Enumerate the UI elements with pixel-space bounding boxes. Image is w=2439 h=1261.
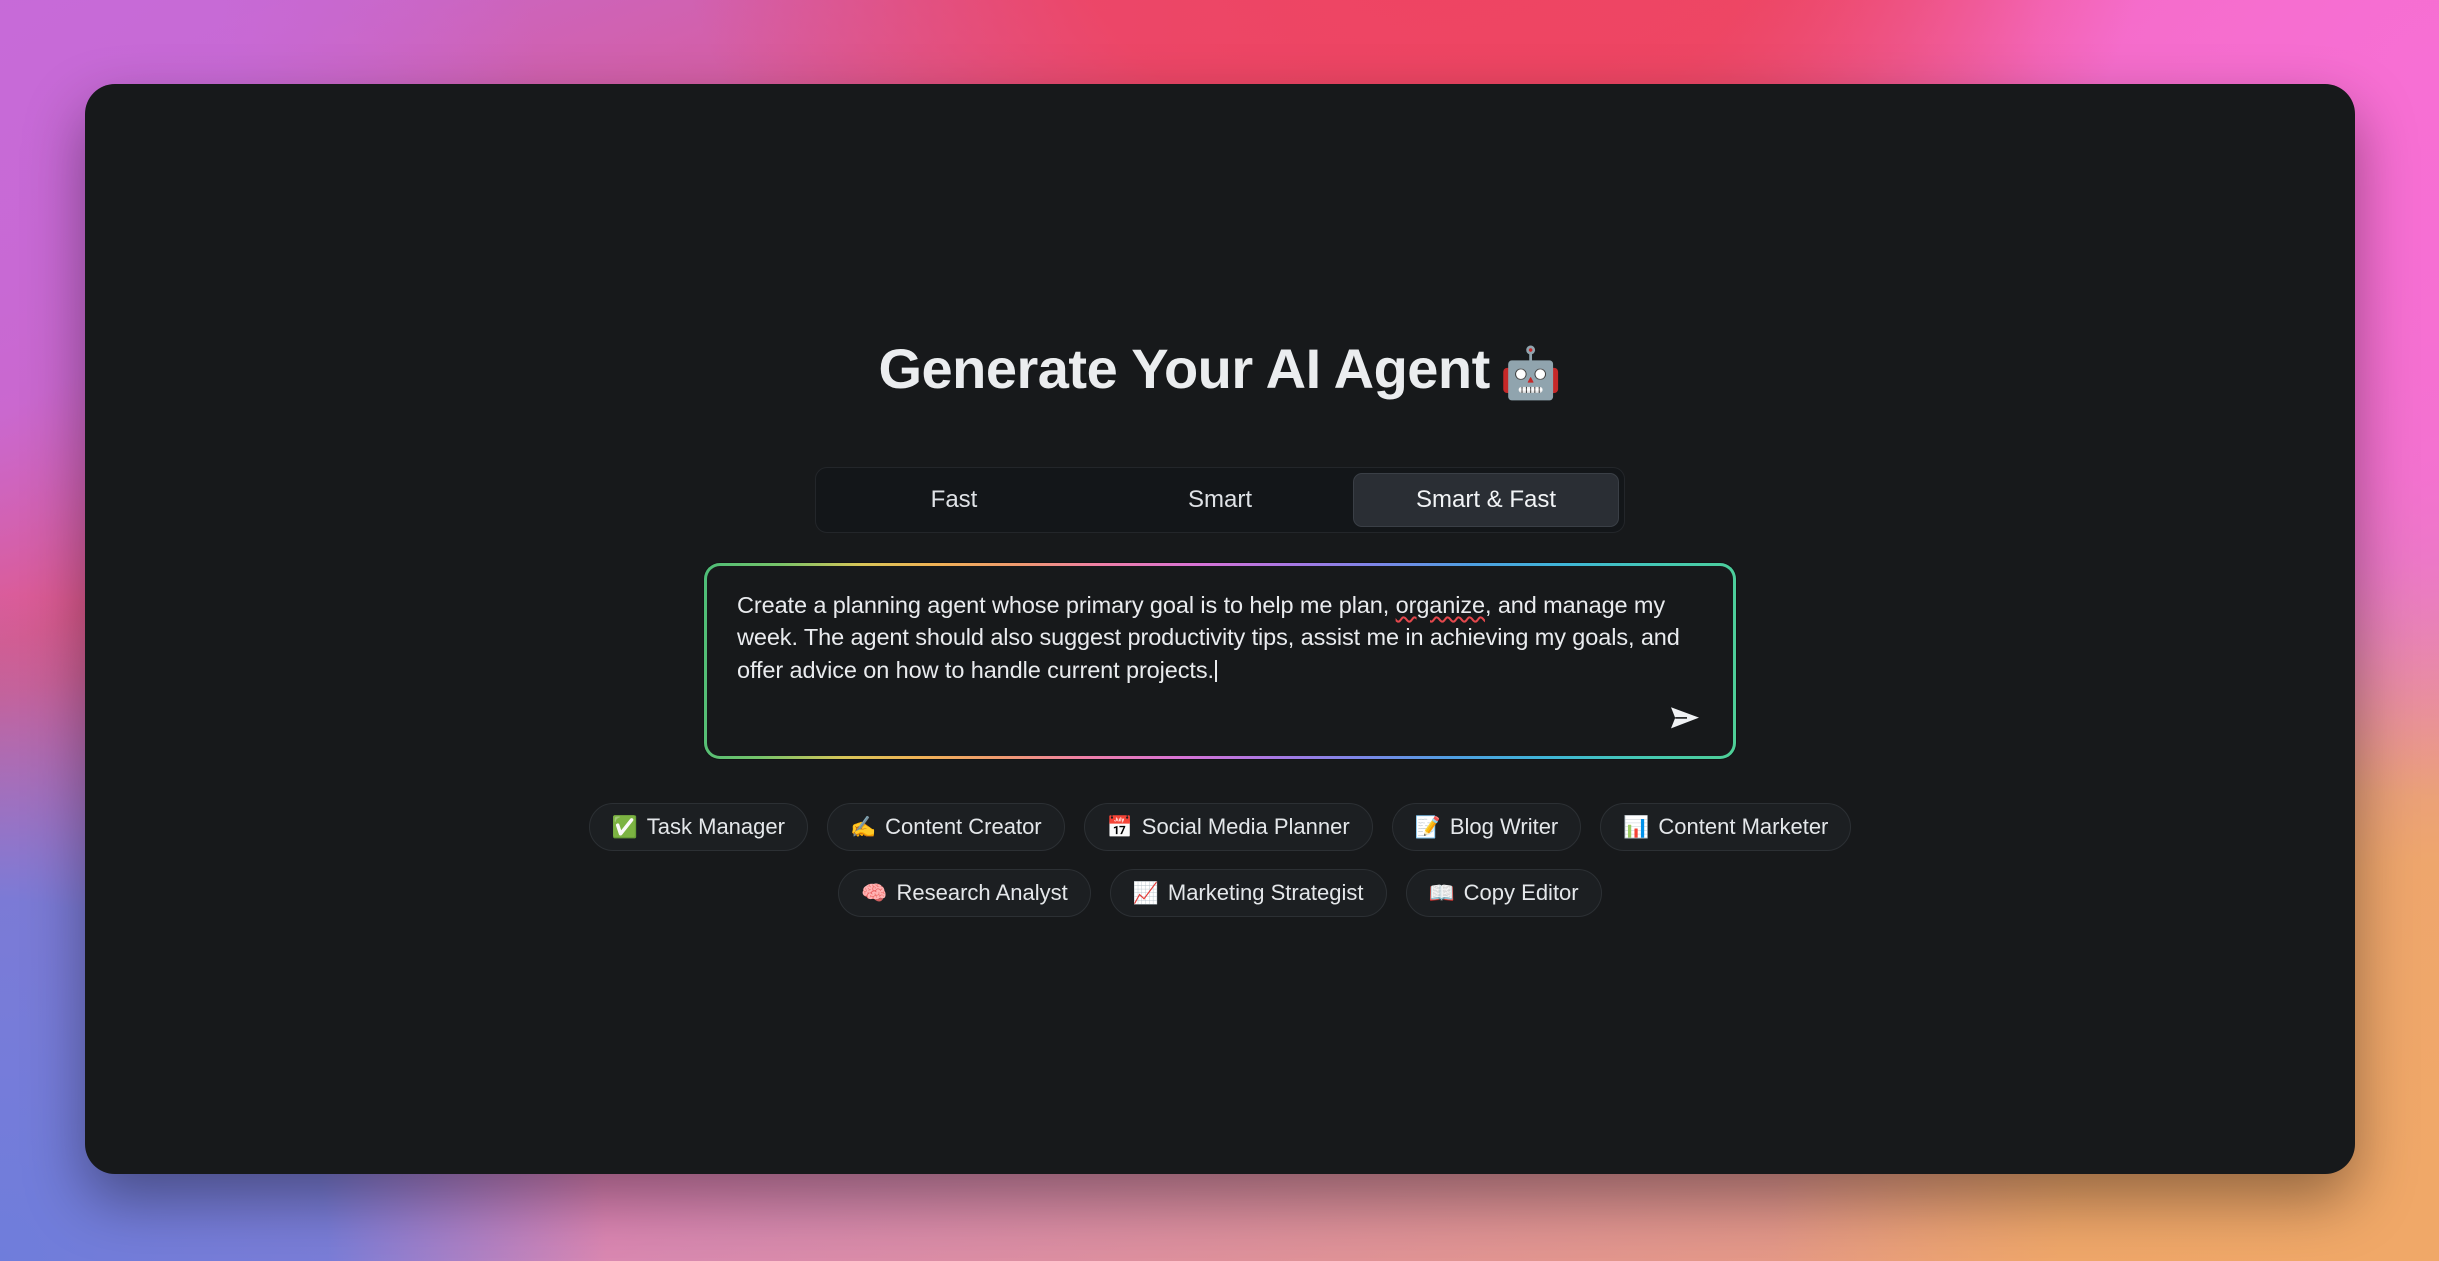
send-icon	[1671, 707, 1699, 729]
prompt-input-container[interactable]: Create a planning agent whose primary go…	[707, 566, 1733, 756]
tab-fast[interactable]: Fast	[821, 473, 1087, 527]
check-mark-icon: ✅	[611, 815, 638, 839]
prompt-input[interactable]: Create a planning agent whose primary go…	[737, 589, 1692, 686]
chip-label: Content Marketer	[1658, 814, 1829, 839]
chip-label: Content Creator	[885, 814, 1042, 839]
page-title: Generate Your AI Agent 🤖	[878, 84, 1562, 401]
prompt-text-part1: Create a planning agent whose primary go…	[737, 592, 1396, 618]
chip-research-analyst[interactable]: 🧠 Research Analyst	[838, 869, 1091, 917]
chip-social-media-planner[interactable]: 📅 Social Media Planner	[1083, 803, 1373, 851]
chip-blog-writer[interactable]: 📝 Blog Writer	[1391, 803, 1582, 851]
prompt-gradient-border: Create a planning agent whose primary go…	[704, 563, 1736, 759]
open-book-icon: 📖	[1428, 881, 1455, 905]
memo-icon: 📝	[1414, 815, 1441, 839]
chip-content-marketer[interactable]: 📊 Content Marketer	[1600, 803, 1852, 851]
chip-label: Marketing Strategist	[1167, 880, 1364, 905]
brain-icon: 🧠	[861, 881, 888, 905]
writing-hand-icon: ✍️	[849, 815, 877, 839]
bar-chart-icon: 📊	[1623, 815, 1650, 839]
page-title-text: Generate Your AI Agent	[878, 337, 1490, 400]
chip-label: Research Analyst	[896, 880, 1068, 905]
chip-copy-editor[interactable]: 📖 Copy Editor	[1405, 869, 1602, 917]
app-card: Generate Your AI Agent 🤖 Fast Smart Smart…	[85, 84, 2355, 1174]
chip-label: Task Manager	[646, 814, 785, 839]
card-content: Generate Your AI Agent 🤖 Fast Smart Smart…	[85, 84, 2355, 917]
chart-increasing-icon: 📈	[1132, 881, 1159, 905]
chip-label: Social Media Planner	[1141, 814, 1350, 839]
robot-icon: 🤖	[1499, 345, 1562, 401]
calendar-icon: 📅	[1106, 815, 1133, 839]
chip-marketing-strategist[interactable]: 📈 Marketing Strategist	[1109, 869, 1387, 917]
chip-task-manager[interactable]: ✅ Task Manager	[588, 803, 808, 851]
tab-smart[interactable]: Smart	[1087, 473, 1353, 527]
mode-tab-bar: Fast Smart Smart & Fast	[815, 467, 1625, 533]
suggestion-chip-list: ✅ Task Manager ✍️ Content Creator 📅 Soci…	[470, 803, 1970, 917]
prompt-misspelled-word: organize	[1395, 592, 1485, 618]
send-button[interactable]	[1663, 698, 1707, 738]
text-caret	[1214, 659, 1217, 682]
chip-content-creator[interactable]: ✍️ Content Creator	[826, 803, 1065, 851]
page-background: Generate Your AI Agent 🤖 Fast Smart Smart…	[0, 0, 2439, 1261]
chip-label: Blog Writer	[1449, 814, 1559, 839]
tab-smart-and-fast[interactable]: Smart & Fast	[1353, 473, 1619, 527]
chip-label: Copy Editor	[1463, 880, 1579, 905]
